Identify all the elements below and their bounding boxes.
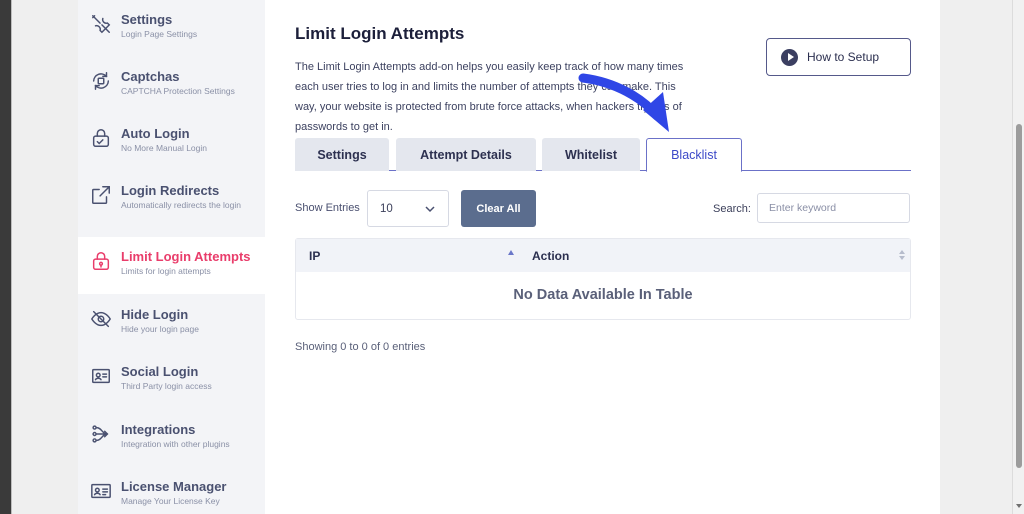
- sidebar-item-title: Integrations: [121, 422, 196, 437]
- sidebar-item-title: Settings: [121, 12, 173, 27]
- id-card-icon: [90, 365, 112, 387]
- sort-icon[interactable]: [899, 250, 905, 260]
- scroll-down-arrow-icon[interactable]: [1016, 504, 1022, 508]
- sidebar-item-title: Login Redirects: [121, 183, 220, 198]
- table-empty-message: No Data Available In Table: [513, 287, 693, 303]
- external-link-icon: [90, 184, 112, 206]
- show-entries-label: Show Entries: [295, 202, 360, 214]
- integration-icon: [90, 423, 112, 445]
- sidebar-item-captchas[interactable]: Captchas CAPTCHA Protection Settings: [78, 57, 265, 114]
- sidebar-item-subtitle: No More Manual Login: [121, 143, 207, 153]
- pagination-info: Showing 0 to 0 of 0 entries: [295, 341, 426, 353]
- captcha-icon: [90, 70, 112, 92]
- sidebar-item-subtitle: Limits for login attempts: [121, 266, 211, 276]
- sidebar-item-subtitle: Third Party login access: [121, 381, 212, 391]
- sidebar-item-subtitle: Integration with other plugins: [121, 439, 230, 449]
- search-label: Search:: [713, 203, 751, 215]
- sidebar-item-title: Limit Login Attempts: [121, 249, 251, 264]
- page-title: Limit Login Attempts: [295, 24, 465, 43]
- sidebar-item-title: Captchas: [121, 69, 180, 84]
- search-input[interactable]: [757, 193, 910, 223]
- page-description: The Limit Login Attempts add-on helps yo…: [295, 61, 684, 133]
- entries-per-page-select[interactable]: 10: [367, 190, 449, 227]
- play-icon: [781, 48, 798, 66]
- tab-whitelist[interactable]: Whitelist: [542, 138, 640, 171]
- column-header-action[interactable]: Action: [532, 249, 569, 263]
- table-header: IP Action: [296, 239, 910, 272]
- sidebar-item-license-manager[interactable]: License Manager Manage Your License Key: [78, 467, 265, 514]
- tab-settings[interactable]: Settings: [295, 138, 389, 171]
- scrollbar-thumb[interactable]: [1016, 124, 1022, 468]
- sidebar-item-integrations[interactable]: Integrations Integration with other plug…: [78, 410, 265, 467]
- sidebar-item-title: Auto Login: [121, 126, 190, 141]
- how-to-setup-label: How to Setup: [807, 50, 880, 64]
- how-to-setup-button[interactable]: How to Setup: [766, 38, 911, 76]
- sidebar-item-subtitle: Login Page Settings: [121, 29, 198, 39]
- lock-icon: [90, 127, 112, 149]
- column-header-ip[interactable]: IP: [309, 249, 320, 263]
- sidebar-item-title: Hide Login: [121, 307, 189, 322]
- sidebar-item-social-login[interactable]: Social Login Third Party login access: [78, 352, 265, 409]
- tab-blacklist[interactable]: Blacklist: [646, 138, 742, 172]
- sidebar: Settings Login Page Settings Captchas CA…: [78, 0, 265, 514]
- sidebar-item-settings[interactable]: Settings Login Page Settings: [78, 0, 265, 57]
- sidebar-item-subtitle: Manage Your License Key: [121, 496, 220, 506]
- vertical-scrollbar[interactable]: [1012, 0, 1024, 514]
- sidebar-item-title: License Manager: [121, 479, 227, 494]
- padlock-icon: [90, 250, 112, 272]
- sidebar-item-auto-login[interactable]: Auto Login No More Manual Login: [78, 114, 265, 171]
- tools-icon: [90, 13, 112, 35]
- sidebar-item-login-redirects[interactable]: Login Redirects Automatically redirects …: [78, 171, 265, 228]
- blacklist-table: IP Action No Data Available In Table: [295, 238, 911, 320]
- sidebar-item-subtitle: Automatically redirects the login: [121, 200, 242, 210]
- window-frame-left: [0, 0, 12, 514]
- sidebar-item-hide-login[interactable]: Hide Login Hide your login page: [78, 295, 265, 352]
- license-icon: [90, 480, 112, 502]
- sidebar-item-limit-login-attempts[interactable]: Limit Login Attempts Limits for login at…: [78, 237, 265, 294]
- sidebar-item-subtitle: Hide your login page: [121, 324, 199, 334]
- sidebar-item-subtitle: CAPTCHA Protection Settings: [121, 86, 235, 96]
- entries-value: 10: [380, 203, 393, 215]
- sidebar-item-title: Social Login: [121, 364, 199, 379]
- eye-off-icon: [90, 308, 112, 330]
- tab-bar: Settings Attempt Details Whitelist Black…: [295, 138, 911, 172]
- main-content: Limit Login Attempts The Limit Login Att…: [295, 0, 911, 514]
- sort-ascending-icon[interactable]: [508, 250, 514, 255]
- clear-all-button[interactable]: Clear All: [461, 190, 536, 227]
- tab-attempt-details[interactable]: Attempt Details: [396, 138, 536, 171]
- chevron-down-icon: [425, 206, 435, 213]
